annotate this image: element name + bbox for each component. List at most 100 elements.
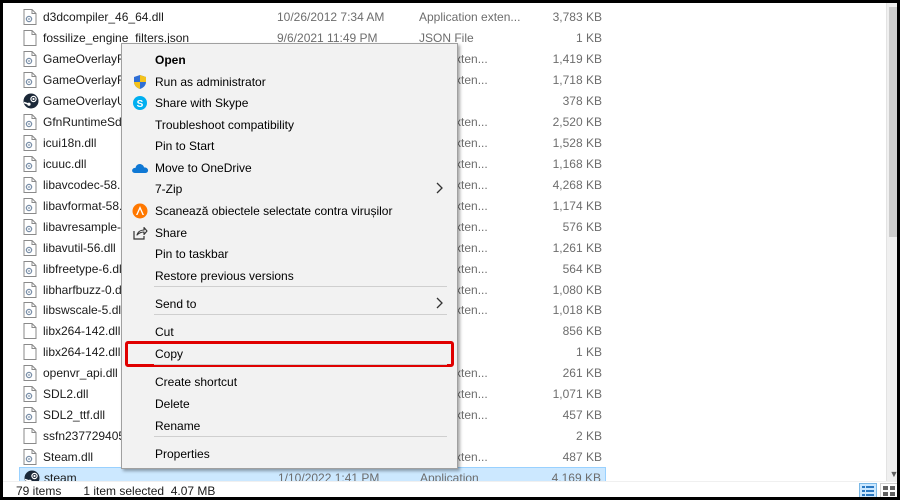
onedrive-cloud-icon: [124, 157, 155, 178]
file-explorer-window: d3dcompiler_46_64.dll 10/26/2012 7:34 AM A…: [0, 0, 900, 500]
menu-item-label: Restore previous versions: [155, 268, 294, 283]
menu-item-label: Copy: [155, 346, 184, 361]
menu-item-delete[interactable]: Delete: [124, 393, 455, 414]
details-view-icon[interactable]: [859, 483, 877, 497]
menu-item-label: Share: [155, 225, 188, 240]
menu-icon-slot: [124, 443, 155, 464]
file-type: Application exten...: [419, 10, 521, 25]
file-size: 1,174 KB: [552, 198, 602, 213]
menu-icon-slot: [124, 243, 155, 264]
file-size: 3,783 KB: [552, 10, 602, 25]
file-size: 1,419 KB: [552, 52, 602, 67]
file-row-selected[interactable]: steam 1/10/2022 1:41 PM Application 4,169 K…: [19, 467, 606, 481]
file-size: 1,018 KB: [552, 303, 602, 318]
menu-item-copy[interactable]: Copy: [124, 343, 455, 364]
menu-item-restore-previous-versions[interactable]: Restore previous versions: [124, 265, 455, 286]
scroll-down-arrow-icon[interactable]: ▼: [889, 469, 897, 479]
menu-item-label: Run as administrator: [155, 74, 266, 89]
file-size: 1,528 KB: [552, 135, 602, 150]
menu-item-label: Cut: [155, 324, 174, 339]
menu-icon-slot: [124, 178, 155, 199]
menu-icon-slot: [124, 293, 155, 314]
menu-item-run-as-administrator[interactable]: Run as administrator: [124, 71, 455, 92]
file-size: 1,080 KB: [552, 282, 602, 297]
menu-item-label: Move to OneDrive: [155, 160, 252, 175]
menu-item-label: Send to: [155, 296, 197, 311]
menu-item-label: Scanează obiectele selectate contra viru…: [155, 203, 393, 218]
large-icons-view-icon[interactable]: [880, 483, 897, 497]
dll-file-icon: [23, 9, 37, 26]
file-name: steam: [44, 471, 77, 481]
context-menu: Open Run as administrator S Share with Skyp…: [121, 43, 458, 469]
file-date: 10/26/2012 7:34 AM: [277, 10, 385, 25]
share-icon: [124, 222, 155, 243]
menu-item-label: Share with Skype: [155, 95, 249, 110]
dll-file-icon: [23, 449, 37, 466]
dll-file-icon: [23, 239, 37, 256]
file-size: 1,071 KB: [552, 387, 602, 402]
skype-icon: S: [124, 92, 155, 113]
file-size: 378 KB: [562, 93, 602, 108]
file-size: 4,169 KB: [551, 471, 601, 481]
file-size: 261 KB: [562, 366, 602, 381]
file-size: 1 KB: [575, 31, 602, 46]
item-count: 79 items: [16, 484, 62, 498]
dll-file-icon: [23, 72, 37, 89]
menu-icon-slot: [124, 321, 155, 342]
uac-shield-icon: [124, 71, 155, 92]
status-bar: 79 items 1 item selected 4.07 MB: [3, 481, 897, 498]
menu-item-label: Open: [155, 52, 186, 67]
file-size: 1,718 KB: [552, 73, 602, 88]
generic-file-icon: [23, 323, 37, 340]
menu-item-cut[interactable]: Cut: [124, 321, 455, 342]
dll-file-icon: [23, 260, 37, 277]
file-date: 1/10/2022 1:41 PM: [278, 471, 380, 481]
menu-item-label: Pin to taskbar: [155, 246, 229, 261]
menu-icon-slot: [124, 265, 155, 286]
dll-file-icon: [23, 51, 37, 68]
menu-item-troubleshoot-compatibility[interactable]: Troubleshoot compatibility: [124, 114, 455, 135]
dll-file-icon: [23, 197, 37, 214]
menu-item-label: Properties: [155, 446, 210, 461]
menu-item-7-zip[interactable]: 7-Zip: [124, 178, 455, 199]
vertical-scrollbar[interactable]: ▼: [886, 3, 897, 481]
menu-item-move-to-onedrive[interactable]: Move to OneDrive: [124, 157, 455, 178]
menu-icon-slot: [124, 393, 155, 414]
menu-item-create-shortcut[interactable]: Create shortcut: [124, 371, 455, 392]
dll-file-icon: [23, 302, 37, 319]
file-size: 856 KB: [562, 324, 602, 339]
menu-item-open[interactable]: Open: [124, 49, 455, 70]
menu-item-scaneaz-obiectele-selectate-contra-viru-[interactable]: Scanează obiectele selectate contra viru…: [124, 200, 455, 221]
dll-file-icon: [23, 386, 37, 403]
menu-item-pin-to-taskbar[interactable]: Pin to taskbar: [124, 243, 455, 264]
menu-item-label: Pin to Start: [155, 138, 215, 153]
menu-icon-slot: [124, 49, 155, 70]
menu-item-label: 7-Zip: [155, 181, 183, 196]
file-size: 457 KB: [562, 408, 602, 423]
menu-item-rename[interactable]: Rename: [124, 415, 455, 436]
menu-item-properties[interactable]: Properties: [124, 443, 455, 464]
menu-item-share-with-skype[interactable]: S Share with Skype: [124, 92, 455, 113]
menu-separator: [154, 364, 447, 365]
file-size: 1,168 KB: [552, 156, 602, 171]
file-size: 1,261 KB: [552, 240, 602, 255]
file-row[interactable]: d3dcompiler_46_64.dll 10/26/2012 7:34 AM A…: [19, 7, 606, 28]
generic-file-icon: [23, 30, 37, 47]
file-type: Application: [420, 471, 479, 481]
menu-item-share[interactable]: Share: [124, 222, 455, 243]
dll-file-icon: [23, 407, 37, 424]
menu-separator: [154, 286, 447, 287]
generic-file-icon: [23, 428, 37, 445]
dll-file-icon: [23, 365, 37, 382]
submenu-chevron-icon: [435, 181, 445, 195]
dll-file-icon: [23, 176, 37, 193]
scrollbar-thumb[interactable]: [889, 7, 897, 237]
menu-item-label: Troubleshoot compatibility: [155, 117, 294, 132]
menu-item-pin-to-start[interactable]: Pin to Start: [124, 135, 455, 156]
menu-item-send-to[interactable]: Send to: [124, 293, 455, 314]
menu-icon-slot: [124, 415, 155, 436]
menu-icon-slot: [124, 343, 155, 364]
svg-text:S: S: [136, 99, 143, 110]
dll-file-icon: [23, 134, 37, 151]
menu-item-label: Delete: [155, 396, 190, 411]
